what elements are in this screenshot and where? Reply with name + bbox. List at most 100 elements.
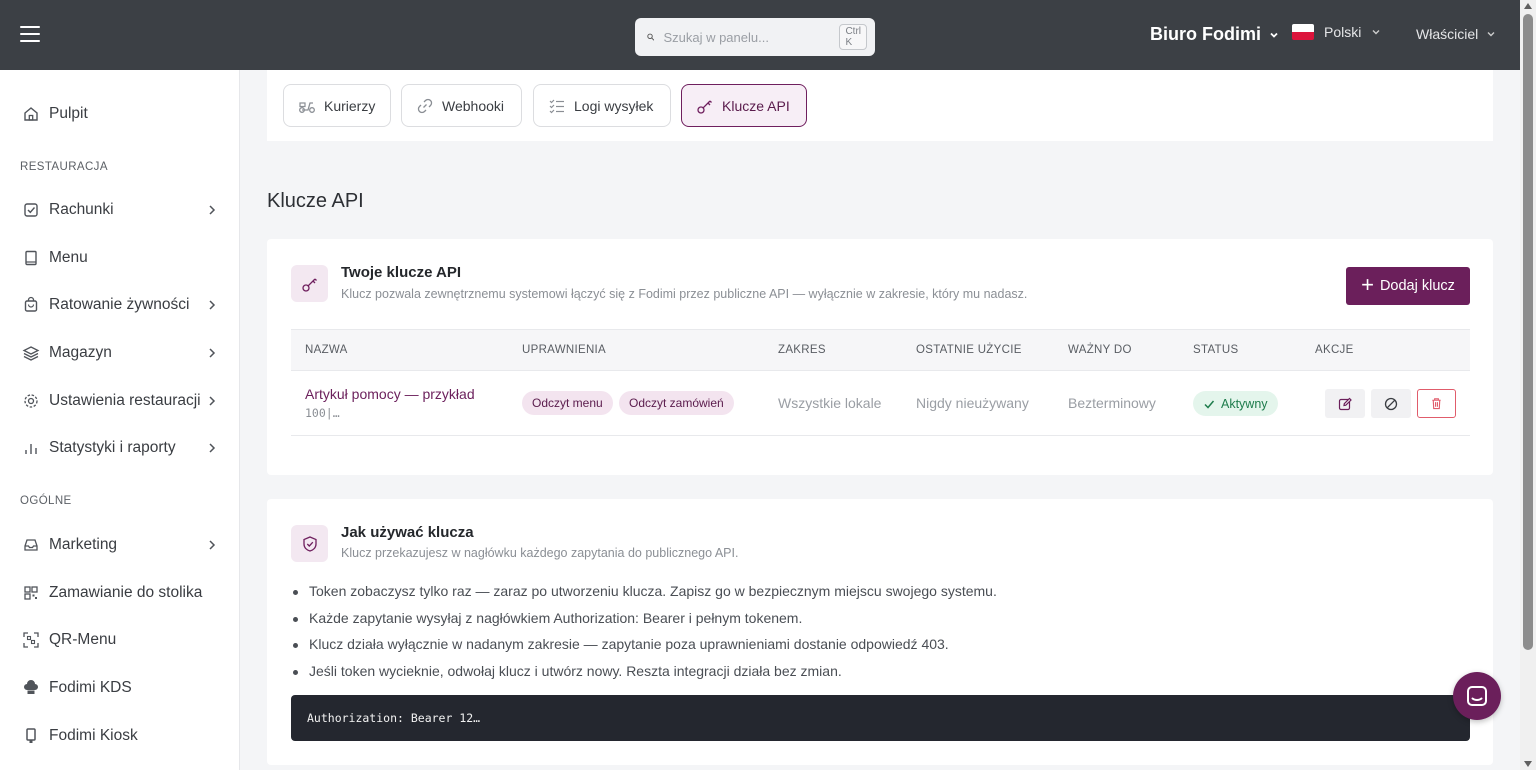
edit-icon <box>1338 397 1352 410</box>
chat-launcher-button[interactable] <box>1453 672 1501 720</box>
tab-api-keys[interactable]: Klucze API <box>681 84 807 127</box>
poland-flag-icon <box>1292 24 1314 40</box>
code-snippet[interactable]: Authorization: Bearer 12… <box>291 695 1470 741</box>
tab-webhooks[interactable]: Webhooki <box>401 84 522 127</box>
chevron-right-icon <box>209 540 216 550</box>
chef-hat-icon <box>22 679 40 697</box>
language-label: Polski <box>1324 24 1362 40</box>
sidebar-item-label: Statystyki i raporty <box>49 439 176 456</box>
revoke-key-button[interactable] <box>1371 389 1411 418</box>
list-item: Token zobaczysz tylko raz — zaraz po utw… <box>293 583 997 610</box>
search-input[interactable] <box>663 29 840 45</box>
tab-label: Logi wysyłek <box>574 97 654 114</box>
tab-couriers[interactable]: Kurierzy <box>283 84 391 127</box>
integration-tabs: Kurierzy Webhooki Logi wysyłek Klucze AP… <box>267 70 1493 141</box>
check-icon <box>1204 400 1215 409</box>
shopping-bag-icon <box>22 296 40 314</box>
column-header-permissions: UPRAWNIENIA <box>522 344 607 356</box>
key-scope: Wszystkie lokale <box>778 395 882 411</box>
gear-icon <box>22 392 40 410</box>
sidebar-item-label: Rachunki <box>49 201 114 218</box>
chevron-down-icon <box>1270 32 1278 38</box>
key-icon <box>696 97 714 115</box>
sidebar-item-label: Marketing <box>49 536 118 553</box>
tab-dispatch-logs[interactable]: Logi wysyłek <box>533 84 671 127</box>
key-name-link[interactable]: Artykuł pomocy — przykład <box>305 386 475 402</box>
user-role-label: Właściciel <box>1416 26 1479 42</box>
column-header-actions: AKCJE <box>1315 344 1354 356</box>
tab-label: Webhooki <box>442 97 505 114</box>
kiosk-icon <box>22 727 40 745</box>
usage-card-title: Jak używać klucza <box>341 524 474 541</box>
list-item: Klucz działa wyłącznie w nadanym zakresi… <box>293 636 997 663</box>
link-icon <box>416 97 434 115</box>
sidebar-item-warehouse[interactable]: Magazyn <box>0 333 240 373</box>
table-header: NAZWA UPRAWNIENIA ZAKRES OSTATNIE UŻYCIE… <box>291 329 1470 371</box>
list-check-icon <box>548 97 566 115</box>
layers-icon <box>22 344 40 362</box>
org-switcher[interactable]: Biuro Fodimi <box>1150 24 1279 45</box>
sidebar-item-label: Fodimi KDS <box>49 679 132 696</box>
search-icon <box>647 33 655 41</box>
sidebar-item-table-ordering[interactable]: Zamawianie do stolika <box>0 573 240 613</box>
column-header-name: NAZWA <box>305 344 348 356</box>
sidebar-item-bills[interactable]: Rachunki <box>0 190 240 230</box>
page-scrollbar[interactable] <box>1520 0 1536 770</box>
add-key-button-label: Dodaj klucz <box>1379 278 1455 294</box>
scrollbar-thumb[interactable] <box>1523 14 1533 650</box>
sidebar-item-label: Pulpit <box>49 105 88 122</box>
scroll-up-arrow-icon[interactable] <box>1524 3 1532 9</box>
tab-label: Kurierzy <box>324 97 376 114</box>
sidebar-item-label: QR-Menu <box>49 631 117 648</box>
chevron-right-icon <box>209 348 216 358</box>
shield-check-icon <box>291 525 328 562</box>
usage-card-subtitle: Klucz przekazujesz w nagłówku każdego za… <box>341 546 739 560</box>
sidebar-item-kiosk[interactable]: Fodimi Kiosk <box>0 716 240 756</box>
sidebar-item-kds[interactable]: Fodimi KDS <box>0 668 240 708</box>
column-header-scope: ZAKRES <box>778 344 826 356</box>
chat-icon <box>1467 686 1487 706</box>
chevron-right-icon <box>209 443 216 453</box>
inbox-icon <box>22 536 40 554</box>
sidebar-item-dashboard[interactable]: Pulpit <box>0 94 240 134</box>
sidebar-item-marketing[interactable]: Marketing <box>0 525 240 565</box>
home-icon <box>22 105 40 123</box>
key-valid-until: Bezterminowy <box>1068 395 1156 411</box>
language-switcher[interactable]: Polski <box>1292 24 1381 40</box>
delete-key-button[interactable] <box>1417 389 1456 418</box>
column-header-status: STATUS <box>1193 344 1239 356</box>
search-box[interactable]: Ctrl K <box>635 18 875 56</box>
chevron-down-icon <box>1372 30 1380 35</box>
hamburger-menu-icon[interactable] <box>20 26 40 42</box>
sidebar-item-food-rescue[interactable]: Ratowanie żywności <box>0 285 240 325</box>
key-icon <box>291 265 328 302</box>
sidebar-item-label: Magazyn <box>49 344 112 361</box>
top-bar: Ctrl K Biuro Fodimi Polski Właściciel <box>0 0 1536 70</box>
edit-key-button[interactable] <box>1325 389 1365 418</box>
page-title: Klucze API <box>267 190 364 212</box>
org-name: Biuro Fodimi <box>1150 24 1261 44</box>
plus-icon: + <box>1361 271 1374 297</box>
list-item: Każde zapytanie wysyłaj z nagłówkiem Aut… <box>293 610 997 637</box>
permission-badge: Odczyt menu <box>522 391 613 415</box>
sidebar-item-qr-menu[interactable]: QR-Menu <box>0 620 240 660</box>
scroll-down-arrow-icon[interactable] <box>1524 761 1532 767</box>
add-key-button[interactable]: + Dodaj klucz <box>1346 267 1470 305</box>
sidebar-item-menu[interactable]: Menu <box>0 238 240 278</box>
receipt-check-icon <box>22 201 40 219</box>
bar-chart-icon <box>22 439 40 457</box>
search-shortcut-badge: Ctrl K <box>839 24 867 50</box>
scooter-icon <box>298 97 316 115</box>
sidebar-item-statistics[interactable]: Statystyki i raporty <box>0 428 240 468</box>
sidebar-item-label: Zamawianie do stolika <box>49 584 203 601</box>
user-role-menu[interactable]: Właściciel <box>1416 26 1496 42</box>
qr-scan-icon <box>22 631 40 649</box>
sidebar-item-label: Ustawienia restauracji <box>49 392 201 409</box>
chevron-right-icon <box>209 300 216 310</box>
status-label: Aktywny <box>1221 396 1268 411</box>
chevron-right-icon <box>209 396 216 406</box>
list-item: Jeśli token wycieknie, odwołaj klucz i u… <box>293 663 997 690</box>
sidebar-item-restaurant-settings[interactable]: Ustawienia restauracji <box>0 381 240 421</box>
key-last-used: Nigdy nieużywany <box>916 395 1029 411</box>
ban-icon <box>1384 397 1398 410</box>
